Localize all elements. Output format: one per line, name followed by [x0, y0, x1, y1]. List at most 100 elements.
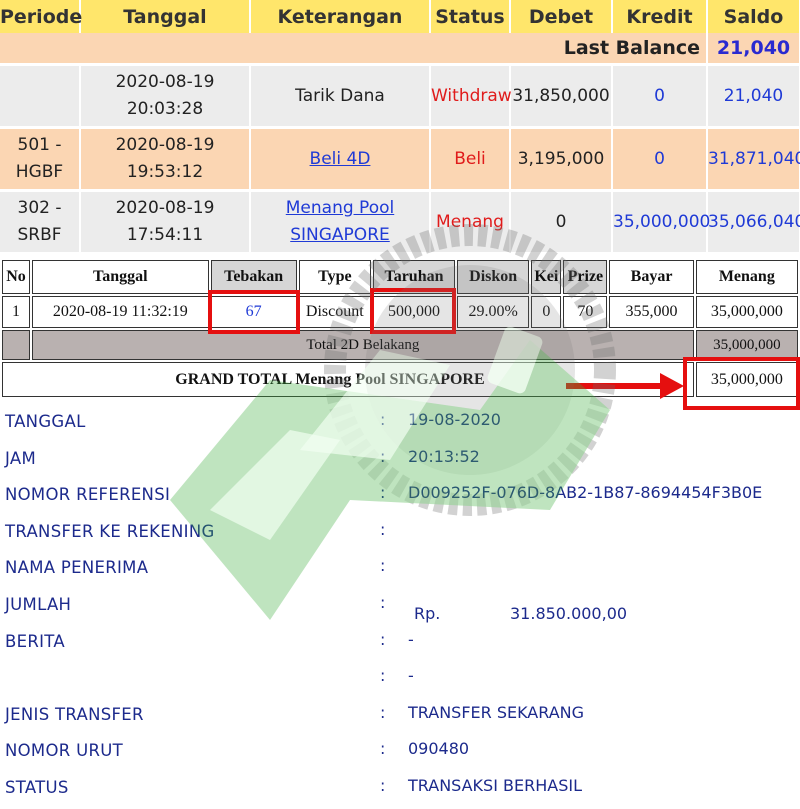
detail-value: 19-08-2020	[408, 410, 501, 429]
transfer-details: TANGGAL : 19-08-2020 JAM : 20:13:52 NOMO…	[0, 406, 800, 809]
grand-total-highlight-box	[683, 357, 800, 410]
bet-header-menang: Menang	[695, 260, 798, 294]
beli-4d-link[interactable]: Beli 4D	[310, 149, 371, 169]
periode-cell	[0, 63, 81, 128]
detail-row-jam: JAM : 20:13:52	[0, 443, 800, 480]
keterangan-cell: Menang Pool SINGAPORE	[250, 189, 431, 252]
detail-row-transfer-ke-rekening: TRANSFER KE REKENING :	[0, 516, 800, 553]
saldo-cell: 35,066,040	[707, 189, 800, 252]
total-value: 35,000,000	[695, 330, 798, 360]
detail-row-tanggal: TANGGAL : 19-08-2020	[0, 406, 800, 443]
detail-label: NAMA PENERIMA	[5, 558, 149, 578]
detail-colon: :	[380, 702, 386, 722]
status-cell: Withdraw	[430, 63, 512, 128]
detail-label: NOMOR URUT	[5, 741, 123, 761]
bet-diskon: 29.00%	[457, 296, 530, 328]
last-balance-label: Last Balance	[0, 33, 708, 65]
detail-colon: :	[380, 592, 386, 612]
header-keterangan: Keterangan	[250, 0, 431, 33]
bet-bayar: 355,000	[609, 296, 694, 328]
bet-header-prize: Prize	[563, 260, 608, 294]
detail-colon: :	[380, 483, 386, 503]
detail-colon: :	[380, 519, 386, 539]
detail-value: TRANSFER SEKARANG	[408, 702, 585, 722]
periode-cell: 302 - SRBF	[0, 189, 81, 252]
detail-label: JUMLAH	[5, 594, 72, 614]
bet-header-tebakan: Tebakan	[210, 260, 297, 294]
keterangan-cell: Beli 4D	[250, 126, 431, 191]
bet-menang: 35,000,000	[695, 296, 798, 328]
bet-header-diskon: Diskon	[457, 260, 530, 294]
arrow-right-icon	[566, 383, 666, 389]
detail-row-nomor-urut: NOMOR URUT : 090480	[0, 735, 800, 772]
keterangan-cell: Tarik Dana	[250, 63, 431, 128]
bet-header-type: Type	[298, 260, 371, 294]
detail-colon: :	[380, 775, 386, 795]
table-row: 501 - HGBF 2020-08-19 19:53:12 Beli 4D Bel…	[0, 126, 800, 191]
kredit-cell: 0	[612, 126, 708, 191]
detail-value: -	[408, 666, 414, 686]
detail-value: 20:13:52	[408, 446, 480, 466]
detail-row-status: STATUS : TRANSAKSI BERHASIL	[0, 772, 800, 809]
detail-row-jenis-transfer: JENIS TRANSFER : TRANSFER SEKARANG	[0, 699, 800, 736]
detail-label: STATUS	[5, 777, 69, 797]
detail-colon: :	[380, 629, 386, 649]
account-statement-table: Periode Tanggal Keterangan Status Debet …	[0, 0, 800, 252]
header-kredit: Kredit	[612, 0, 708, 33]
debet-cell: 0	[510, 189, 613, 252]
detail-label: NOMOR REFERENSI	[5, 485, 171, 505]
detail-row-nomor-referensi: NOMOR REFERENSI : D009252F-076D-8AB2-1B8…	[0, 479, 800, 516]
bet-kei: 0	[531, 296, 562, 328]
total-label: Total 2D Belakang	[32, 330, 694, 360]
last-balance-value: 21,040	[707, 33, 800, 65]
debet-cell: 31,850,000	[510, 63, 613, 128]
detail-value: TRANSAKSI BERHASIL	[408, 775, 582, 795]
tanggal-cell: 2020-08-19 20:03:28	[80, 63, 251, 128]
grand-total-label: GRAND TOTAL Menang Pool SINGAPORE	[2, 362, 694, 397]
total-spacer	[2, 330, 31, 360]
bet-header-bayar: Bayar	[609, 260, 694, 294]
bet-header-kei: Kei	[531, 260, 562, 294]
bet-header-no: No	[2, 260, 31, 294]
tanggal-cell: 2020-08-19 17:54:11	[80, 189, 251, 252]
bet-no: 1	[2, 296, 31, 328]
tanggal-cell: 2020-08-19 19:53:12	[80, 126, 251, 191]
detail-value: -	[408, 629, 414, 649]
kredit-cell: 35,000,000	[612, 189, 710, 252]
debet-cell: 3,195,000	[510, 126, 613, 191]
tebakan-highlight-box	[208, 290, 300, 334]
bet-type: Discount	[298, 296, 371, 328]
detail-label: BERITA	[5, 631, 65, 651]
arrow-head-icon	[660, 373, 684, 399]
bet-tanggal: 2020-08-19 11:32:19	[32, 296, 209, 328]
detail-value: D009252F-076D-8AB2-1B87-8694454F3B0E	[408, 483, 763, 503]
detail-row-berita: BERITA : -	[0, 626, 800, 663]
last-balance-row: Last Balance 21,040	[0, 33, 800, 65]
periode-cell: 501 - HGBF	[0, 126, 81, 191]
detail-colon: :	[380, 739, 386, 759]
bet-header-tanggal: Tanggal	[32, 260, 209, 294]
header-saldo: Saldo	[707, 0, 800, 33]
taruhan-highlight-box	[370, 288, 456, 334]
detail-label: TRANSFER KE REKENING	[5, 521, 215, 541]
detail-row-nama-penerima: NAMA PENERIMA :	[0, 552, 800, 589]
detail-colon: :	[380, 556, 386, 576]
menang-pool-link[interactable]: Menang Pool SINGAPORE	[286, 198, 394, 245]
detail-label: JAM	[5, 448, 36, 468]
saldo-cell: 21,040	[707, 63, 800, 128]
status-cell: Menang	[430, 189, 511, 252]
detail-colon: :	[380, 410, 386, 429]
detail-amount: 31.850.000,00	[510, 603, 628, 623]
header-status: Status	[430, 0, 511, 33]
detail-currency: Rp.	[414, 603, 441, 623]
detail-row-jumlah: JUMLAH : Rp. 31.850.000,00	[0, 589, 800, 626]
header-periode: Periode	[0, 0, 82, 33]
bet-prize: 70	[563, 296, 608, 328]
detail-row-berita-2: : -	[0, 662, 800, 699]
detail-value: 090480	[408, 739, 470, 759]
total-row: Total 2D Belakang 35,000,000	[2, 330, 798, 360]
statement-header-row: Periode Tanggal Keterangan Status Debet …	[0, 0, 800, 33]
saldo-cell: 31,871,040	[707, 126, 800, 191]
detail-colon: :	[380, 446, 386, 466]
detail-colon: :	[380, 666, 386, 686]
